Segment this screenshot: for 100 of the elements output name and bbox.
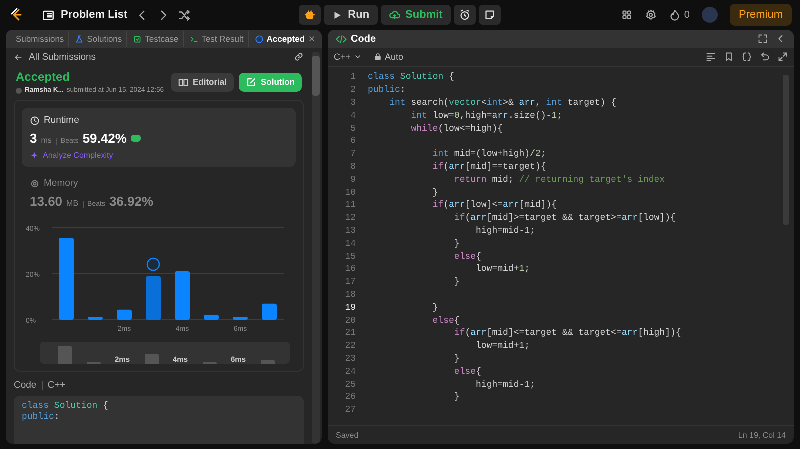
problem-list-link[interactable]: Problem List <box>42 8 128 22</box>
lock-icon <box>374 53 382 61</box>
shuffle-icon[interactable] <box>178 8 191 22</box>
line-number: 19 <box>344 302 357 313</box>
tab[interactable]: Test Result <box>186 31 249 47</box>
code-line: int low=0,high=arr.size()-1; <box>410 110 562 121</box>
code-label: Code <box>14 380 37 391</box>
undo-icon[interactable] <box>760 52 770 62</box>
chevron-down-icon <box>354 53 362 61</box>
badge-icon <box>130 135 141 142</box>
bookmark-icon[interactable] <box>724 52 734 62</box>
timer-button[interactable] <box>454 5 476 25</box>
line-number: 27 <box>344 405 357 416</box>
premium-button[interactable]: Premium <box>730 4 792 26</box>
line-number: 11 <box>344 200 357 210</box>
editorial-button[interactable]: Editorial <box>170 72 234 92</box>
bar[interactable] <box>117 310 132 320</box>
metric-value: 3 <box>30 131 38 146</box>
beats-percentage: 36.92% <box>109 194 154 209</box>
user-avatar <box>16 88 22 94</box>
code-line: } <box>453 392 460 402</box>
line-number: 25 <box>344 380 357 390</box>
save-status: Saved <box>336 430 359 440</box>
code-line: } <box>453 238 460 249</box>
arrow-left-icon <box>14 52 23 62</box>
code-preview: class Solution { public: <box>14 396 304 444</box>
navigator-bar <box>58 346 72 364</box>
expand-icon[interactable] <box>778 52 788 62</box>
tab[interactable]: Accepted <box>250 31 320 47</box>
bar[interactable] <box>233 317 248 320</box>
code-icon <box>336 34 347 44</box>
checkbox-icon <box>133 34 142 44</box>
code-line: return mid; // returning target's index <box>453 174 666 185</box>
cursor-position: Ln 19, Col 14 <box>738 430 786 440</box>
metric-value: 13.60 <box>30 194 63 209</box>
terminal-icon <box>190 34 199 44</box>
line-number: 5 <box>350 124 357 134</box>
code-line: if(arr[mid]>=target && target>=arr[low]){ <box>453 213 676 224</box>
line-number: 22 <box>344 341 357 352</box>
code-line: } <box>432 302 438 313</box>
bar[interactable] <box>204 314 219 320</box>
scrollbar[interactable] <box>312 52 320 444</box>
play-icon <box>332 10 344 20</box>
clock-icon <box>30 116 40 126</box>
line-number: 14 <box>344 238 357 249</box>
streak-count: 0 <box>684 10 690 20</box>
code-line: if(arr[mid]<=target && target<=arr[high]){ <box>453 328 682 338</box>
line-number: 21 <box>344 328 357 338</box>
code-line: int search(vector<int>& arr, int target) { <box>388 98 616 108</box>
line-number: 23 <box>344 354 357 364</box>
tab[interactable]: Submissions <box>12 31 70 47</box>
run-button[interactable]: Run <box>324 5 378 25</box>
tab[interactable]: Testcase <box>129 31 184 47</box>
line-number: 4 <box>350 110 357 121</box>
grid-icon[interactable] <box>621 9 634 21</box>
panel-title: Code <box>351 34 376 44</box>
language-dropdown[interactable]: C++ <box>334 52 362 62</box>
code-line: if(arr[mid]==target){ <box>432 162 546 172</box>
language-label: C++ <box>48 380 66 391</box>
list-icon <box>42 8 55 22</box>
code-line: class Solution { <box>368 72 454 82</box>
mode-toggle[interactable]: Auto <box>374 52 404 62</box>
code-line: } <box>432 188 438 198</box>
line-number: 2 <box>350 85 357 96</box>
close-icon[interactable] <box>308 35 316 43</box>
line-number: 3 <box>350 98 357 108</box>
all-submissions-link[interactable]: All Submissions <box>14 52 96 62</box>
settings-icon[interactable] <box>645 9 658 21</box>
code-line: high=mid-1; <box>475 226 536 236</box>
bar[interactable] <box>88 317 103 320</box>
sparkle-icon <box>30 151 39 160</box>
code-line: if(arr[low]<=arr[mid]){ <box>432 200 558 210</box>
line-number: 10 <box>344 188 357 198</box>
line-number: 12 <box>344 213 357 224</box>
line-number: 17 <box>344 277 357 288</box>
maximize-icon[interactable] <box>758 34 768 44</box>
code-line: while(low<=high){ <box>410 124 504 134</box>
code-line: else{ <box>453 252 482 262</box>
bug-icon <box>304 9 316 21</box>
debug-button[interactable] <box>299 5 322 25</box>
line-number: 9 <box>350 174 357 185</box>
bar[interactable] <box>262 304 277 320</box>
metric-unit: MB <box>66 199 79 208</box>
tab[interactable]: Solutions <box>71 31 128 47</box>
line-number: 1 <box>350 72 357 82</box>
navigator-bar <box>144 354 158 364</box>
note-icon <box>484 9 496 21</box>
code-line: } <box>453 354 460 364</box>
link-icon[interactable] <box>294 52 304 62</box>
line-number: 7 <box>350 149 357 160</box>
status-label: Accepted <box>16 70 72 84</box>
submit-button[interactable]: Submit <box>380 5 451 25</box>
notes-button[interactable] <box>478 5 501 25</box>
code-line: else{ <box>432 316 460 326</box>
metric-title: Memory <box>44 178 78 189</box>
edit-icon <box>246 76 257 88</box>
code-line: int mid=(low+high)/2; <box>432 149 546 160</box>
format-icon[interactable] <box>706 52 716 62</box>
line-number: 8 <box>350 162 357 172</box>
braces-icon[interactable] <box>742 52 752 62</box>
